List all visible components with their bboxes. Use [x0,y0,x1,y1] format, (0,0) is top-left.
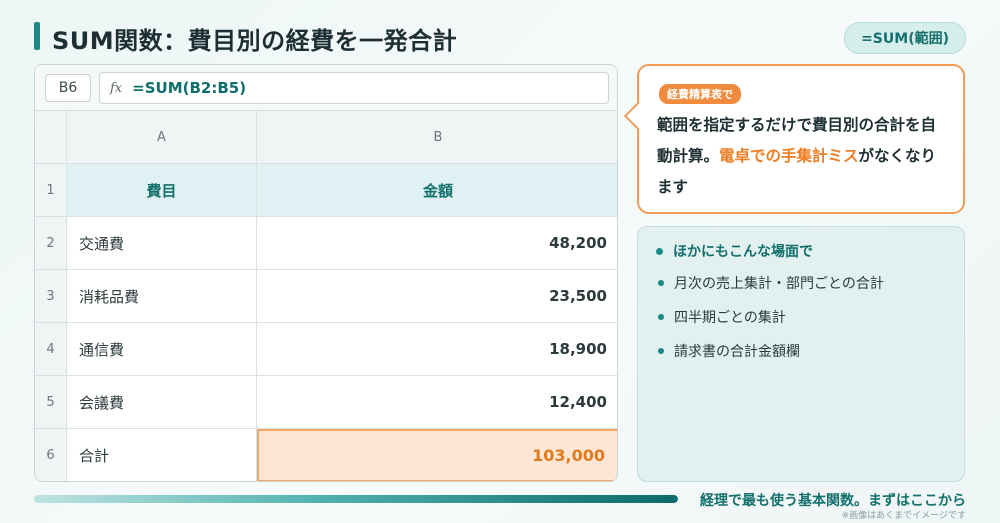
progress-fill [34,495,678,503]
row-number[interactable]: 6 [35,429,67,481]
spreadsheet: B6 fx =SUM(B2:B5) A B 1 費目 金額 2 交通費 48,2… [34,64,618,482]
cell-a2[interactable]: 交通費 [67,217,257,269]
page-title: SUM関数：費目別の経費を一発合計 [52,27,458,55]
cell-a6[interactable]: 合計 [67,429,257,481]
formula-input[interactable]: fx =SUM(B2:B5) [99,72,609,104]
list-item: 四半期ごとの集計 [656,307,946,327]
fx-icon: fx [110,80,123,96]
column-header-row: A B [35,111,617,164]
explanation-callout: 経費精算表で 範囲を指定するだけで費目別の合計を自動計算。電卓での手集計ミスがな… [637,64,965,214]
cell-a5[interactable]: 会議費 [67,376,257,428]
progress-bar [34,495,678,503]
cell-b4[interactable]: 18,900 [257,323,617,375]
callout-tag: 経費精算表で [659,84,741,104]
list-item: 請求書の合計金額欄 [656,341,946,361]
column-header-a[interactable]: A [67,111,257,163]
list-item: 月次の売上集計・部門ごとの合計 [656,273,946,293]
table-row: 4 通信費 18,900 [35,323,617,376]
table-row: 1 費目 金額 [35,164,617,217]
cell-grid: A B 1 費目 金額 2 交通費 48,200 3 消耗品費 23,500 4… [35,111,617,481]
use-cases-box: ほかにもこんな場面で 月次の売上集計・部門ごとの合計 四半期ごとの集計 請求書の… [637,226,965,482]
cell-b6-total[interactable]: 103,000 [257,429,617,481]
row-number[interactable]: 4 [35,323,67,375]
list-item-text: 四半期ごとの集計 [674,310,786,326]
column-header-b[interactable]: B [257,111,617,163]
bullet-icon [658,314,664,320]
total-row: 6 合計 103,000 [35,429,617,481]
formula-bar: B6 fx =SUM(B2:B5) [35,65,617,111]
row-number[interactable]: 5 [35,376,67,428]
title-accent-bar [34,22,40,50]
cell-a3[interactable]: 消耗品費 [67,270,257,322]
cell-a4[interactable]: 通信費 [67,323,257,375]
row-number[interactable]: 2 [35,217,67,269]
formula-badge: =SUM(範囲) [844,22,966,54]
callout-highlight: 電卓での手集計ミス [719,147,859,165]
footer-note: ※画像はあくまでイメージです [841,511,966,521]
table-row: 3 消耗品費 23,500 [35,270,617,323]
row-number[interactable]: 3 [35,270,67,322]
name-box[interactable]: B6 [45,74,91,102]
row-number[interactable]: 1 [35,164,67,216]
table-row: 5 会議費 12,400 [35,376,617,429]
bullet-icon [658,348,664,354]
bullet-icon [656,247,663,255]
corner-cell[interactable] [35,111,67,163]
footer-tagline: 経理で最も使う基本関数。まずはここから [700,493,966,509]
callout-text: 範囲を指定するだけで費目別の合計を自動計算。電卓での手集計ミスがなくなります [657,110,947,203]
cell-b3[interactable]: 23,500 [257,270,617,322]
cell-b5[interactable]: 12,400 [257,376,617,428]
cell-b1[interactable]: 金額 [257,164,617,216]
list-item-text: 月次の売上集計・部門ごとの合計 [674,276,884,292]
cell-a1[interactable]: 費目 [67,164,257,216]
cell-b2[interactable]: 48,200 [257,217,617,269]
bullet-icon [658,280,664,286]
list-item-text: 請求書の合計金額欄 [674,344,800,360]
use-cases-title-text: ほかにもこんな場面で [673,244,813,260]
use-cases-title: ほかにもこんな場面で [656,241,946,261]
table-row: 2 交通費 48,200 [35,217,617,270]
formula-text: =SUM(B2:B5) [132,79,247,97]
